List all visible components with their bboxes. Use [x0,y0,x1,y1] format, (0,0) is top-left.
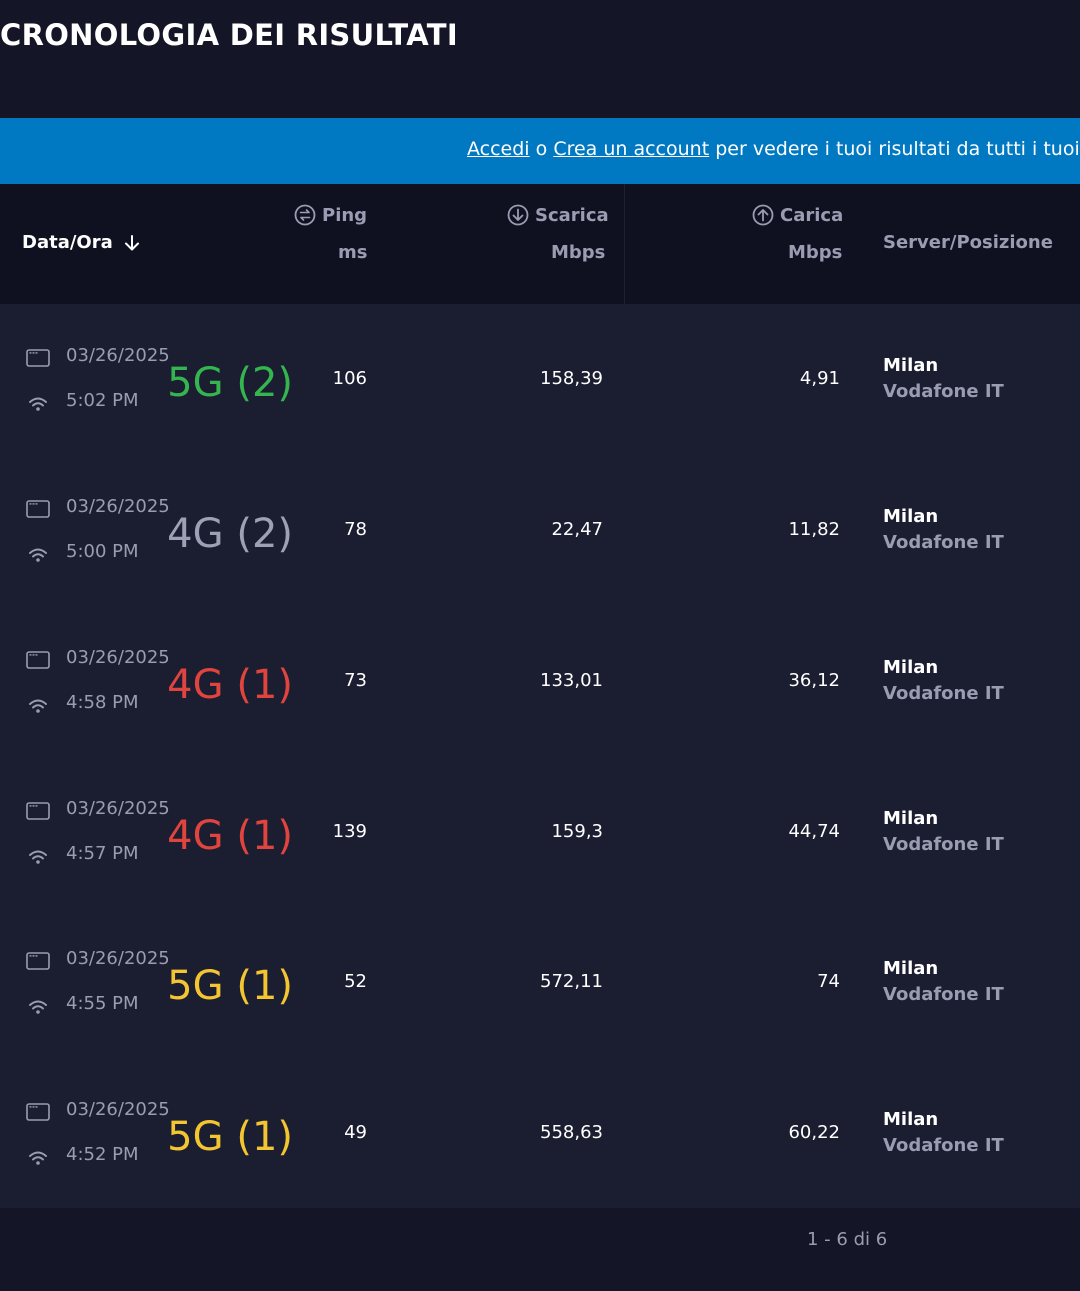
wifi-icon [29,1000,47,1014]
table-row[interactable]: 03/26/2025 4:55 PM 5G (1) 52 572,11 74 Milan Vo… [0,907,1080,1057]
ping-value: 139 [332,821,367,842]
result-date: 03/26/2025 [66,798,170,819]
wifi-icon [29,850,47,864]
server-isp: Vodafone IT [883,381,1004,402]
upload-value: 60,22 [788,1122,840,1143]
server-header: Server/Posizione [883,232,1053,253]
server-isp: Vodafone IT [883,532,1004,553]
table-footer: 1 - 6 di 6 [0,1208,1080,1291]
upload-icon [752,204,774,226]
server-isp: Vodafone IT [883,683,1004,704]
network-type: 4G (1) [167,813,293,859]
server-city: Milan [883,657,939,678]
wifi-icon [29,699,47,713]
table-row[interactable]: 03/26/2025 5:00 PM 4G (2) 78 22,47 11,82 Milan… [0,455,1080,605]
network-type: 5G (1) [167,1114,293,1160]
network-type: 5G (2) [167,360,293,406]
download-header-label: Scarica [535,204,609,226]
result-time: 4:58 PM [66,692,139,713]
banner-message: per vedere i tuoi risultati da tutti i t… [715,138,1080,160]
ping-icon [294,204,316,226]
sort-date-header[interactable]: Data/Ora [22,232,141,253]
date-header-label: Data/Ora [22,232,113,253]
table-row[interactable]: 03/26/2025 4:58 PM 4G (1) 73 133,01 36,12 Mila… [0,606,1080,756]
app-window-icon [26,500,50,518]
result-time: 4:57 PM [66,843,139,864]
server-isp: Vodafone IT [883,1135,1004,1156]
result-time: 4:52 PM [66,1144,139,1165]
download-unit: Mbps [551,242,606,263]
upload-header-label: Carica [780,204,844,226]
app-window-icon [26,802,50,820]
server-city: Milan [883,958,939,979]
page-title: CRONOLOGIA DEI RISULTATI [0,18,458,52]
banner-text: Accedi o Crea un account per vedere i tu… [467,138,1080,160]
result-date: 03/26/2025 [66,647,170,668]
download-value: 159,3 [551,821,603,842]
ping-header-label: Ping [322,204,368,226]
upload-value: 11,82 [788,519,840,540]
server-city: Milan [883,808,939,829]
download-value: 558,63 [540,1122,603,1143]
table-row[interactable]: 03/26/2025 4:57 PM 4G (1) 139 159,3 44,74 Mila… [0,757,1080,907]
server-city: Milan [883,506,939,527]
download-value: 158,39 [540,368,603,389]
pagination-info: 1 - 6 di 6 [807,1229,888,1250]
ping-value: 78 [344,519,367,540]
ping-value: 49 [344,1122,367,1143]
network-type: 5G (1) [167,963,293,1009]
upload-header[interactable]: Carica [752,204,843,226]
wifi-icon [29,397,47,411]
ping-header[interactable]: Ping [294,204,367,226]
table-row[interactable]: 03/26/2025 5:02 PM 5G (2) 106 158,39 4,91 Mila… [0,304,1080,454]
download-icon [507,204,529,226]
result-time: 4:55 PM [66,993,139,1014]
table-row[interactable]: 03/26/2025 4:52 PM 5G (1) 49 558,63 60,22 Mila… [0,1058,1080,1208]
upload-value: 74 [817,971,840,992]
results-table-body: 03/26/2025 5:02 PM 5G (2) 106 158,39 4,91 Mila… [0,304,1080,1208]
result-date: 03/26/2025 [66,345,170,366]
banner-or: o [535,138,548,160]
result-time: 5:02 PM [66,390,139,411]
app-window-icon [26,651,50,669]
result-time: 5:00 PM [66,541,139,562]
app-window-icon [26,952,50,970]
ping-value: 73 [344,670,367,691]
ping-value: 106 [332,368,367,389]
upload-value: 4,91 [799,368,840,389]
app-window-icon [26,1103,50,1121]
server-isp: Vodafone IT [883,834,1004,855]
server-city: Milan [883,355,939,376]
server-isp: Vodafone IT [883,984,1004,1005]
server-city: Milan [883,1109,939,1130]
wifi-icon [29,548,47,562]
ping-unit: ms [338,242,368,263]
arrow-down-icon [124,234,139,250]
result-date: 03/26/2025 [66,1099,170,1120]
login-banner: Accedi o Crea un account per vedere i tu… [0,118,1080,184]
column-divider [624,184,625,304]
upload-value: 36,12 [788,670,840,691]
server-header-label: Server/Posizione [883,232,1053,253]
app-window-icon [26,349,50,367]
ping-value: 52 [344,971,367,992]
download-value: 133,01 [540,670,603,691]
upload-value: 44,74 [788,821,840,842]
network-type: 4G (1) [167,662,293,708]
login-link[interactable]: Accedi [467,138,530,160]
download-value: 22,47 [551,519,603,540]
download-value: 572,11 [540,971,603,992]
result-date: 03/26/2025 [66,948,170,969]
download-header[interactable]: Scarica [507,204,609,226]
network-type: 4G (2) [167,511,293,557]
result-date: 03/26/2025 [66,496,170,517]
upload-unit: Mbps [788,242,843,263]
wifi-icon [29,1151,47,1165]
signup-link[interactable]: Crea un account [553,138,709,160]
table-header: Data/Ora Ping ms Scarica Mbps Carica Mbp… [0,184,1080,304]
